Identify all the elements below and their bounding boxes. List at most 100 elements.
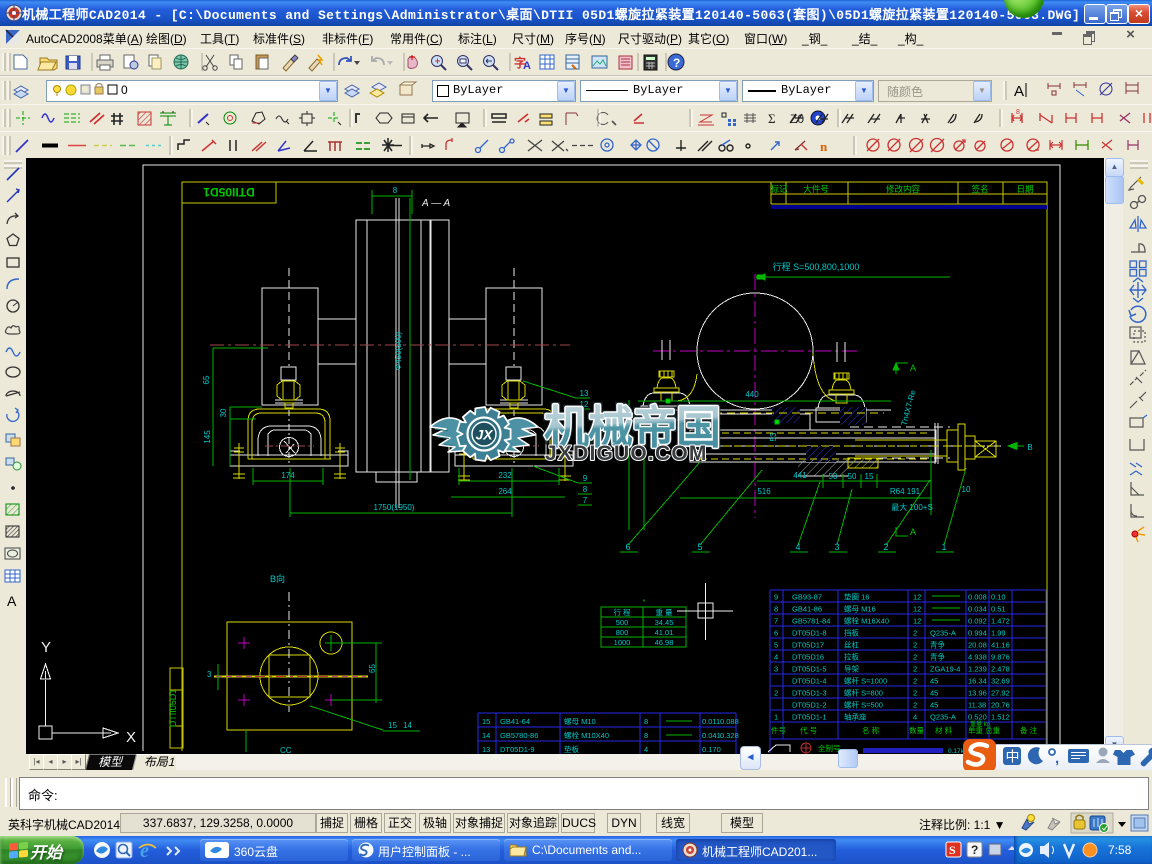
svg-text:50: 50 — [848, 472, 857, 481]
svg-text:15: 15 — [865, 472, 874, 481]
svg-text:7: 7 — [583, 496, 588, 505]
svg-text:1.239: 1.239 — [968, 665, 987, 674]
svg-text:11.38: 11.38 — [968, 701, 986, 710]
svg-text:ZGA19-4: ZGA19-4 — [930, 665, 960, 674]
svg-text:0.011: 0.011 — [702, 717, 720, 726]
svg-text:大件号: 大件号 — [803, 184, 829, 194]
svg-text:1000: 1000 — [614, 638, 631, 647]
svg-text:2.478: 2.478 — [991, 665, 1010, 674]
svg-text:拉板: 拉板 — [844, 652, 859, 662]
svg-text:10: 10 — [962, 485, 971, 494]
svg-text:41.16: 41.16 — [991, 641, 1010, 650]
svg-text:2: 2 — [883, 542, 888, 552]
svg-text:X: X — [126, 729, 136, 746]
svg-text:2: 2 — [913, 653, 917, 662]
svg-text:*: * — [643, 597, 646, 606]
svg-text:3: 3 — [207, 670, 212, 679]
svg-text:DT05D16: DT05D16 — [792, 653, 824, 662]
svg-text:2: 2 — [913, 629, 917, 638]
svg-text:A: A — [7, 593, 17, 609]
svg-text:DT05D1-1: DT05D1-1 — [792, 713, 827, 722]
svg-text:垫圈 16: 垫圈 16 — [844, 592, 869, 602]
svg-text:螺杆 S=500: 螺杆 S=500 — [844, 700, 883, 710]
svg-text:50: 50 — [829, 472, 838, 481]
svg-text:0.520: 0.520 — [968, 713, 987, 722]
svg-text:导架: 导架 — [844, 665, 859, 674]
svg-text:12: 12 — [913, 617, 921, 626]
svg-text:0.51: 0.51 — [991, 605, 1006, 614]
svg-text:45: 45 — [930, 701, 938, 710]
svg-text:14: 14 — [482, 731, 490, 740]
svg-text:12: 12 — [913, 593, 921, 602]
svg-text:1.512: 1.512 — [991, 713, 1010, 722]
svg-text:1: 1 — [774, 713, 778, 722]
svg-text:GB5781-84: GB5781-84 — [792, 617, 830, 626]
svg-text:500: 500 — [616, 618, 629, 627]
svg-text:440: 440 — [745, 390, 759, 399]
svg-text:B: B — [1027, 443, 1032, 452]
svg-text:螺杆 S=800: 螺杆 S=800 — [844, 688, 883, 698]
svg-text:DTII05D1: DTII05D1 — [168, 689, 178, 728]
svg-text:41.01: 41.01 — [655, 628, 674, 637]
svg-text:DTII05D1: DTII05D1 — [203, 185, 255, 199]
svg-text:?: ? — [971, 843, 978, 857]
svg-text:轴承座: 轴承座 — [844, 712, 867, 722]
svg-text:2: 2 — [913, 641, 917, 650]
svg-text:最大 100+S: 最大 100+S — [891, 502, 933, 512]
svg-text:A: A — [523, 60, 531, 72]
svg-text:65: 65 — [368, 664, 377, 673]
svg-text:DT05D1-8: DT05D1-8 — [792, 629, 827, 638]
svg-text:签名: 签名 — [971, 184, 988, 194]
svg-text:GB41-64: GB41-64 — [500, 717, 530, 726]
svg-text:螺栓 M16X40: 螺栓 M16X40 — [844, 616, 889, 626]
svg-text:青争: 青争 — [930, 640, 945, 650]
svg-text:1: 1 — [941, 542, 946, 552]
svg-text:0.088: 0.088 — [720, 717, 739, 726]
svg-text:27.92: 27.92 — [991, 689, 1010, 698]
svg-text:0.328: 0.328 — [720, 731, 739, 740]
svg-text:DT05D17: DT05D17 — [792, 641, 824, 650]
svg-text:0.041: 0.041 — [702, 731, 721, 740]
svg-text:R64 191: R64 191 — [890, 487, 921, 496]
svg-text:JX: JX — [475, 427, 494, 443]
svg-text:A: A — [910, 527, 916, 537]
svg-text:34.45: 34.45 — [655, 618, 674, 627]
svg-text:0.034: 0.034 — [968, 605, 987, 614]
svg-text:垫板: 垫板 — [564, 744, 579, 754]
svg-text:9: 9 — [774, 593, 778, 602]
svg-text:2: 2 — [913, 701, 917, 710]
svg-text:数量: 数量 — [909, 725, 924, 735]
svg-text:20.76: 20.76 — [991, 701, 1010, 710]
svg-text:JXDIGUO.COM: JXDIGUO.COM — [545, 442, 708, 465]
svg-text:8: 8 — [644, 717, 648, 726]
svg-text:4: 4 — [644, 745, 648, 754]
svg-text:GB93-87: GB93-87 — [792, 593, 822, 602]
svg-text:441: 441 — [793, 471, 807, 480]
svg-text:丝杠: 丝杠 — [844, 640, 859, 650]
svg-text:修改内容: 修改内容 — [886, 184, 921, 194]
svg-text:8: 8 — [774, 605, 778, 614]
svg-text:2: 2 — [913, 689, 917, 698]
svg-text:4: 4 — [795, 542, 800, 552]
svg-text:0.10: 0.10 — [991, 593, 1006, 602]
svg-text:45: 45 — [930, 689, 938, 698]
svg-text:Φ450(500): Φ450(500) — [394, 331, 403, 370]
svg-text:件号: 件号 — [771, 725, 786, 735]
svg-text:2: 2 — [913, 677, 917, 686]
svg-text:螺栓 M10X40: 螺栓 M10X40 — [564, 730, 609, 740]
svg-text:32.69: 32.69 — [991, 677, 1010, 686]
svg-text:264: 264 — [498, 487, 512, 496]
svg-text:3: 3 — [834, 542, 839, 552]
svg-text:174: 174 — [281, 471, 295, 480]
svg-text:挡板: 挡板 — [844, 628, 859, 638]
svg-text:45: 45 — [930, 677, 938, 686]
svg-text:行程 S=500,800,1000: 行程 S=500,800,1000 — [773, 261, 860, 272]
svg-text:2: 2 — [913, 665, 917, 674]
svg-text:S: S — [949, 843, 956, 857]
svg-text:145: 145 — [203, 430, 212, 444]
svg-text:20.08: 20.08 — [968, 641, 987, 650]
svg-text:材 料: 材 料 — [935, 725, 953, 735]
svg-text:46.98: 46.98 — [655, 638, 674, 647]
svg-text:0.092: 0.092 — [968, 617, 987, 626]
svg-text:6: 6 — [625, 542, 630, 552]
